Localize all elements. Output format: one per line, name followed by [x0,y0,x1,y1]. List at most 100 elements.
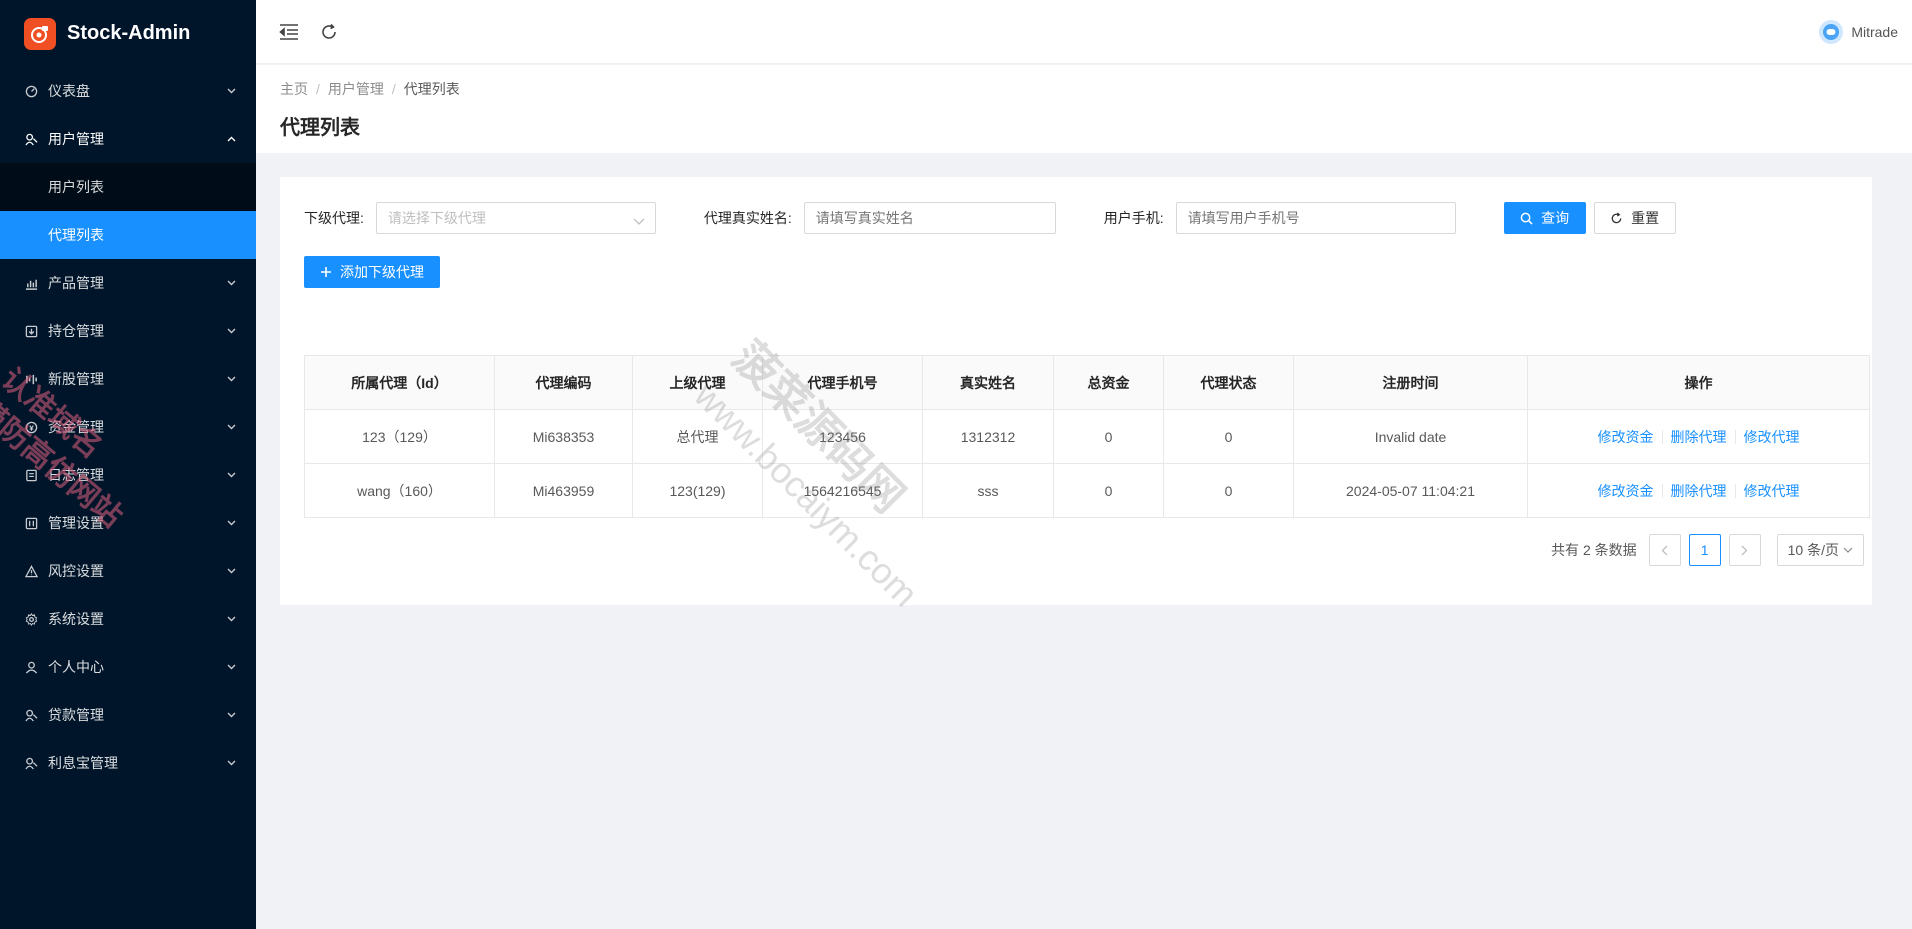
chevron-down-icon [226,278,236,288]
loan-icon [24,708,38,722]
sidebar-item-agent-list[interactable]: 代理列表 [0,211,256,259]
sidebar-item-ipo-manage[interactable]: 新股管理 [0,355,256,403]
breadcrumb-user-manage[interactable]: 用户管理 [328,79,384,99]
cell-real-name: sss [922,463,1054,518]
table-row: 123（129） Mi638353 总代理 123456 1312312 0 0… [304,409,1870,464]
page-header: 主页 / 用户管理 / 代理列表 代理列表 [256,65,1912,153]
avatar [1819,20,1844,44]
prev-page-button[interactable] [1648,534,1681,566]
col-register-time: 注册时间 [1293,355,1528,410]
user-manage-icon [24,132,38,146]
content-card: 下级代理: 请选择下级代理 代理真实姓名: 用户手机: 查询 重置 添加下级代理… [280,177,1872,605]
col-parent-agent: 上级代理 [632,355,763,410]
side-menu: 仪表盘 用户管理 用户列表 代理列表 产品管理 持仓管理 新股管理 资金管理 日… [0,67,256,787]
agent-table: 所属代理（Id） 代理编码 上级代理 代理手机号 真实姓名 总资金 代理状态 注… [304,355,1870,518]
chevron-down-icon [226,374,236,384]
search-icon [1520,212,1533,225]
cell-agent-code: Mi638353 [494,409,633,464]
sidebar-item-manage-settings[interactable]: 管理设置 [0,499,256,547]
interest-icon [24,756,38,770]
cell-agent-phone: 1564216545 [762,463,923,518]
cell-parent-agent: 123(129) [632,463,763,518]
sidebar-item-user-manage[interactable]: 用户管理 [0,115,256,163]
col-real-name: 真实姓名 [922,355,1054,410]
sidebar-item-system-settings[interactable]: 系统设置 [0,595,256,643]
chevron-down-icon [1843,547,1853,554]
chevron-left-icon [1661,545,1668,555]
breadcrumb-current: 代理列表 [403,81,460,97]
cell-owner-agent: 123（129） [304,409,495,464]
menu-fold-icon[interactable] [278,21,300,43]
cell-total-funds: 0 [1053,463,1164,518]
sidebar-item-position-manage[interactable]: 持仓管理 [0,307,256,355]
logo[interactable]: Stock-Admin [0,0,256,67]
stock-icon [24,372,38,386]
cell-register-time: 2024-05-07 11:04:21 [1293,463,1528,518]
reload-icon [1610,211,1623,225]
phone-input[interactable] [1175,202,1456,234]
reset-button[interactable]: 重置 [1593,202,1676,234]
chevron-up-icon [226,134,236,144]
refresh-icon[interactable] [318,21,340,43]
sidebar-item-interest-manage[interactable]: 利息宝管理 [0,739,256,787]
cell-parent-agent: 总代理 [632,409,763,464]
chevron-down-icon [226,662,236,672]
sidebar-item-fund-manage[interactable]: 资金管理 [0,403,256,451]
page-1-button[interactable]: 1 [1688,534,1721,566]
cell-actions: 修改资金 删除代理 修改代理 [1527,409,1870,464]
table-row: wang（160） Mi463959 123(129) 1564216545 s… [304,463,1870,518]
user-manage-submenu: 用户列表 代理列表 [0,163,256,259]
chevron-down-icon [226,470,236,480]
user-menu[interactable]: Mitrade [1819,20,1898,44]
col-total-funds: 总资金 [1053,355,1164,410]
real-name-input[interactable] [803,202,1056,234]
top-header: Mitrade [256,0,1912,64]
col-agent-phone: 代理手机号 [762,355,923,410]
cell-agent-code: Mi463959 [494,463,633,518]
sidebar-item-risk-settings[interactable]: 风控设置 [0,547,256,595]
edit-agent-link[interactable]: 修改代理 [1744,427,1800,447]
breadcrumb-separator: / [391,81,396,97]
edit-funds-link[interactable]: 修改资金 [1598,481,1654,501]
col-agent-status: 代理状态 [1163,355,1294,410]
person-icon [24,660,38,674]
edit-funds-link[interactable]: 修改资金 [1598,427,1654,447]
cell-agent-status: 0 [1163,409,1294,464]
delete-agent-link[interactable]: 删除代理 [1671,481,1727,501]
breadcrumb-home[interactable]: 主页 [280,79,308,99]
dashboard-icon [24,84,38,98]
chevron-down-icon [226,710,236,720]
cell-owner-agent: wang（160） [304,463,495,518]
action-divider [1734,429,1736,444]
next-page-button[interactable] [1728,534,1761,566]
user-name: Mitrade [1851,24,1898,40]
breadcrumb-separator: / [316,81,320,97]
action-divider [1661,483,1663,498]
search-button[interactable]: 查询 [1503,202,1586,234]
real-name-label: 代理真实姓名: [703,210,792,226]
sidebar-item-log-manage[interactable]: 日志管理 [0,451,256,499]
page-size-select[interactable]: 10 条/页 [1776,534,1864,566]
sidebar-item-product-manage[interactable]: 产品管理 [0,259,256,307]
chevron-down-icon [633,213,645,229]
breadcrumb: 主页 / 用户管理 / 代理列表 [280,79,1888,99]
sidebar-item-user-list[interactable]: 用户列表 [0,163,256,211]
pagination-total: 共有 2 条数据 [1551,542,1637,558]
delete-agent-link[interactable]: 删除代理 [1671,427,1727,447]
cell-agent-phone: 123456 [762,409,923,464]
sidebar-item-loan-manage[interactable]: 贷款管理 [0,691,256,739]
sidebar-item-dashboard[interactable]: 仪表盘 [0,67,256,115]
sidebar: Stock-Admin 仪表盘 用户管理 用户列表 代理列表 产品管理 持仓管理 [0,0,256,929]
action-divider [1734,483,1736,498]
add-sub-agent-button[interactable]: 添加下级代理 [304,256,440,288]
chevron-down-icon [226,86,236,96]
manage-settings-icon [24,516,38,530]
sub-agent-select[interactable]: 请选择下级代理 [375,202,656,234]
app-title: Stock-Admin [67,22,191,44]
table-header-row: 所属代理（Id） 代理编码 上级代理 代理手机号 真实姓名 总资金 代理状态 注… [304,355,1870,410]
edit-agent-link[interactable]: 修改代理 [1744,481,1800,501]
action-divider [1661,429,1663,444]
warning-icon [24,564,38,578]
sidebar-item-personal-center[interactable]: 个人中心 [0,643,256,691]
col-owner-agent: 所属代理（Id） [304,355,495,410]
